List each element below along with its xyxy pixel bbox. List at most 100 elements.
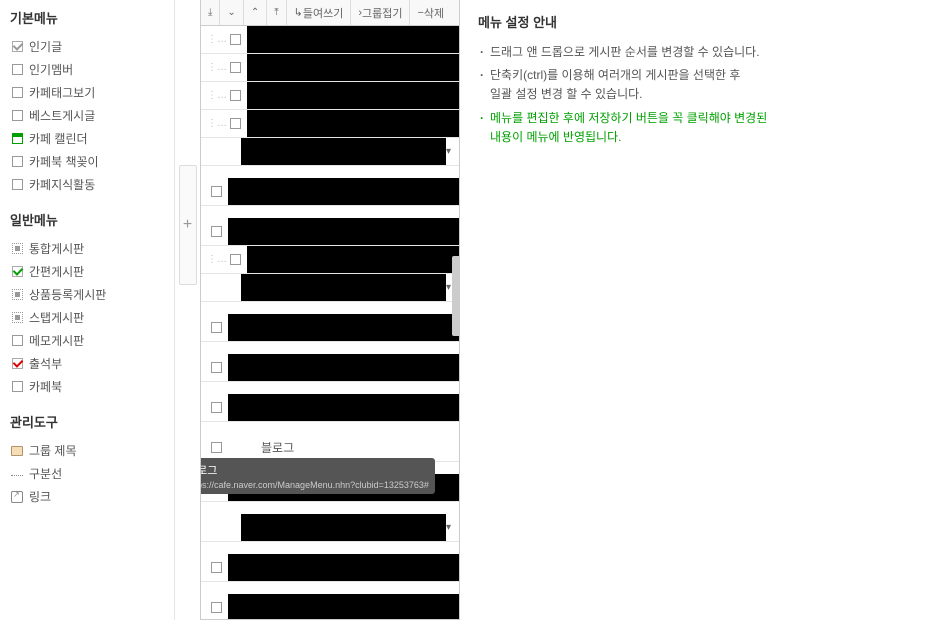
redacted-label xyxy=(228,594,459,619)
row-spacer xyxy=(201,302,459,314)
redacted-label xyxy=(228,178,459,205)
menu-row[interactable]: ⋮… xyxy=(201,26,459,54)
menu-row[interactable]: ⋮… xyxy=(201,110,459,138)
tooltip-title: 블로그 xyxy=(201,462,429,478)
sidebar-item-cafe-book-shelf[interactable]: 카페북 책꽂이 xyxy=(10,150,164,173)
sidebar-item-cafebook[interactable]: 카페북 xyxy=(10,375,164,398)
redacted-label xyxy=(241,138,446,165)
board-icon xyxy=(230,62,241,73)
sidebar-item-staff-board[interactable]: 스탭게시판 xyxy=(10,306,164,329)
tree-indent-icon: ⋮… xyxy=(207,34,227,45)
link-icon xyxy=(10,490,24,504)
info-title: 메뉴 설정 안내 xyxy=(478,12,912,31)
info-subtext: 일괄 설정 변경 할 수 있습니다. xyxy=(490,85,912,104)
sidebar-item-label: 통합게시판 xyxy=(29,240,84,257)
board-icon xyxy=(10,288,24,302)
tree-indent-icon: ⋮… xyxy=(207,90,227,101)
sidebar-item-label: 상품등록게시판 xyxy=(29,286,106,303)
redacted-label xyxy=(247,82,459,109)
menu-row[interactable] xyxy=(201,218,459,246)
move-bottom-button[interactable]: ⤓ xyxy=(201,0,220,25)
group-label: 그룹접기 xyxy=(362,5,402,21)
check-icon xyxy=(10,40,24,54)
sidebar-section-admin: 관리도구 그룹 제목 구분선 링크 xyxy=(10,412,164,508)
board-icon xyxy=(211,226,222,237)
folder-icon xyxy=(10,444,24,458)
sidebar-item-divider[interactable]: 구분선 xyxy=(10,462,164,485)
sidebar-item-popular-posts[interactable]: 인기글 xyxy=(10,35,164,58)
sidebar-item-popular-members[interactable]: 인기멤버 xyxy=(10,58,164,81)
row-spacer xyxy=(201,342,459,354)
info-text: 메뉴를 편집한 후에 저장하기 버튼을 꼭 클릭해야 변경된 xyxy=(490,111,767,125)
menu-group-row[interactable]: ▾ xyxy=(201,274,459,302)
editor-toolbar: ⤓ ⌄ ⌃ ⤒ ↳ 들여쓰기 › 그룹접기 − 삭제 xyxy=(201,0,459,26)
sidebar: 기본메뉴 인기글 인기멤버 카페태그보기 베스트게시글 카페 캘린더 카페북 책… xyxy=(0,0,175,620)
sidebar-item-label: 카페지식활동 xyxy=(29,176,95,193)
sidebar-general-title: 일반메뉴 xyxy=(10,210,164,229)
redacted-label xyxy=(247,26,459,53)
sidebar-item-memo-board[interactable]: 메모게시판 xyxy=(10,329,164,352)
chevron-up-icon: ⌃ xyxy=(251,7,259,18)
sidebar-item-simple-board[interactable]: 간편게시판 xyxy=(10,260,164,283)
sidebar-item-link[interactable]: 링크 xyxy=(10,485,164,508)
menu-group-row[interactable]: ▾ xyxy=(201,138,459,166)
sidebar-item-cafe-knowledge[interactable]: 카페지식활동 xyxy=(10,173,164,196)
board-icon xyxy=(230,254,241,265)
menu-row[interactable]: ⋮… xyxy=(201,246,459,274)
delete-button[interactable]: − 삭제 xyxy=(410,0,451,25)
info-text: 단축키(ctrl)를 이용해 여러개의 게시판을 선택한 후 xyxy=(490,68,740,82)
board-icon xyxy=(230,34,241,45)
sidebar-item-label: 카페태그보기 xyxy=(29,84,95,101)
sidebar-item-integrated-board[interactable]: 통합게시판 xyxy=(10,237,164,260)
sidebar-item-product-board[interactable]: 상품등록게시판 xyxy=(10,283,164,306)
info-item: 드래그 앤 드롭으로 게시판 순서를 변경할 수 있습니다. xyxy=(478,43,912,62)
move-down-button[interactable]: ⌄ xyxy=(220,0,243,25)
menu-group-row[interactable]: ▾ xyxy=(201,514,459,542)
move-up-button[interactable]: ⌃ xyxy=(244,0,267,25)
add-menu-rail[interactable]: + xyxy=(179,165,197,285)
adder-column: + xyxy=(175,0,200,620)
square-icon xyxy=(10,155,24,169)
sidebar-item-cafe-calendar[interactable]: 카페 캘린더 xyxy=(10,127,164,150)
redacted-label xyxy=(228,394,459,421)
menu-row[interactable]: ⋮… xyxy=(201,54,459,82)
menu-row-label: 블로그 xyxy=(261,439,294,456)
menu-row[interactable] xyxy=(201,394,459,422)
row-spacer xyxy=(201,502,459,514)
chevron-down-icon: ▾ xyxy=(446,282,451,293)
menu-row[interactable]: ⋮… xyxy=(201,82,459,110)
board-icon xyxy=(211,602,222,613)
square-icon xyxy=(10,178,24,192)
move-top-button[interactable]: ⤒ xyxy=(267,0,286,25)
sidebar-section-general: 일반메뉴 통합게시판 간편게시판 상품등록게시판 스탭게시판 메모게시판 출석부… xyxy=(10,210,164,398)
menu-row[interactable] xyxy=(201,314,459,342)
sidebar-admin-title: 관리도구 xyxy=(10,412,164,431)
board-icon xyxy=(211,402,222,413)
chevron-down-icon: ▾ xyxy=(446,522,451,533)
plus-icon: + xyxy=(183,216,192,234)
sidebar-basic-title: 기본메뉴 xyxy=(10,8,164,27)
menu-row[interactable] xyxy=(201,178,459,206)
sidebar-item-attendance[interactable]: 출석부 xyxy=(10,352,164,375)
board-icon xyxy=(10,311,24,325)
chevron-down-icon: ▾ xyxy=(446,146,451,157)
sidebar-item-label: 그룹 제목 xyxy=(29,442,77,459)
check-icon xyxy=(10,265,24,279)
calendar-icon xyxy=(10,132,24,146)
info-text: 드래그 앤 드롭으로 게시판 순서를 변경할 수 있습니다. xyxy=(490,45,760,59)
sidebar-item-best-posts[interactable]: 베스트게시글 xyxy=(10,104,164,127)
indent-button[interactable]: ↳ 들여쓰기 xyxy=(287,0,352,25)
sidebar-item-label: 간편게시판 xyxy=(29,263,84,280)
sidebar-item-group-title[interactable]: 그룹 제목 xyxy=(10,439,164,462)
menu-row[interactable] xyxy=(201,354,459,382)
board-icon xyxy=(211,322,222,333)
row-spacer xyxy=(201,166,459,178)
group-fold-button[interactable]: › 그룹접기 xyxy=(351,0,410,25)
sidebar-item-cafe-tags[interactable]: 카페태그보기 xyxy=(10,81,164,104)
sidebar-item-label: 인기멤버 xyxy=(29,61,73,78)
row-spacer xyxy=(201,542,459,554)
menu-row[interactable] xyxy=(201,554,459,582)
menu-row[interactable] xyxy=(201,594,459,619)
scrollbar-thumb[interactable] xyxy=(452,256,459,336)
row-spacer xyxy=(201,422,459,434)
